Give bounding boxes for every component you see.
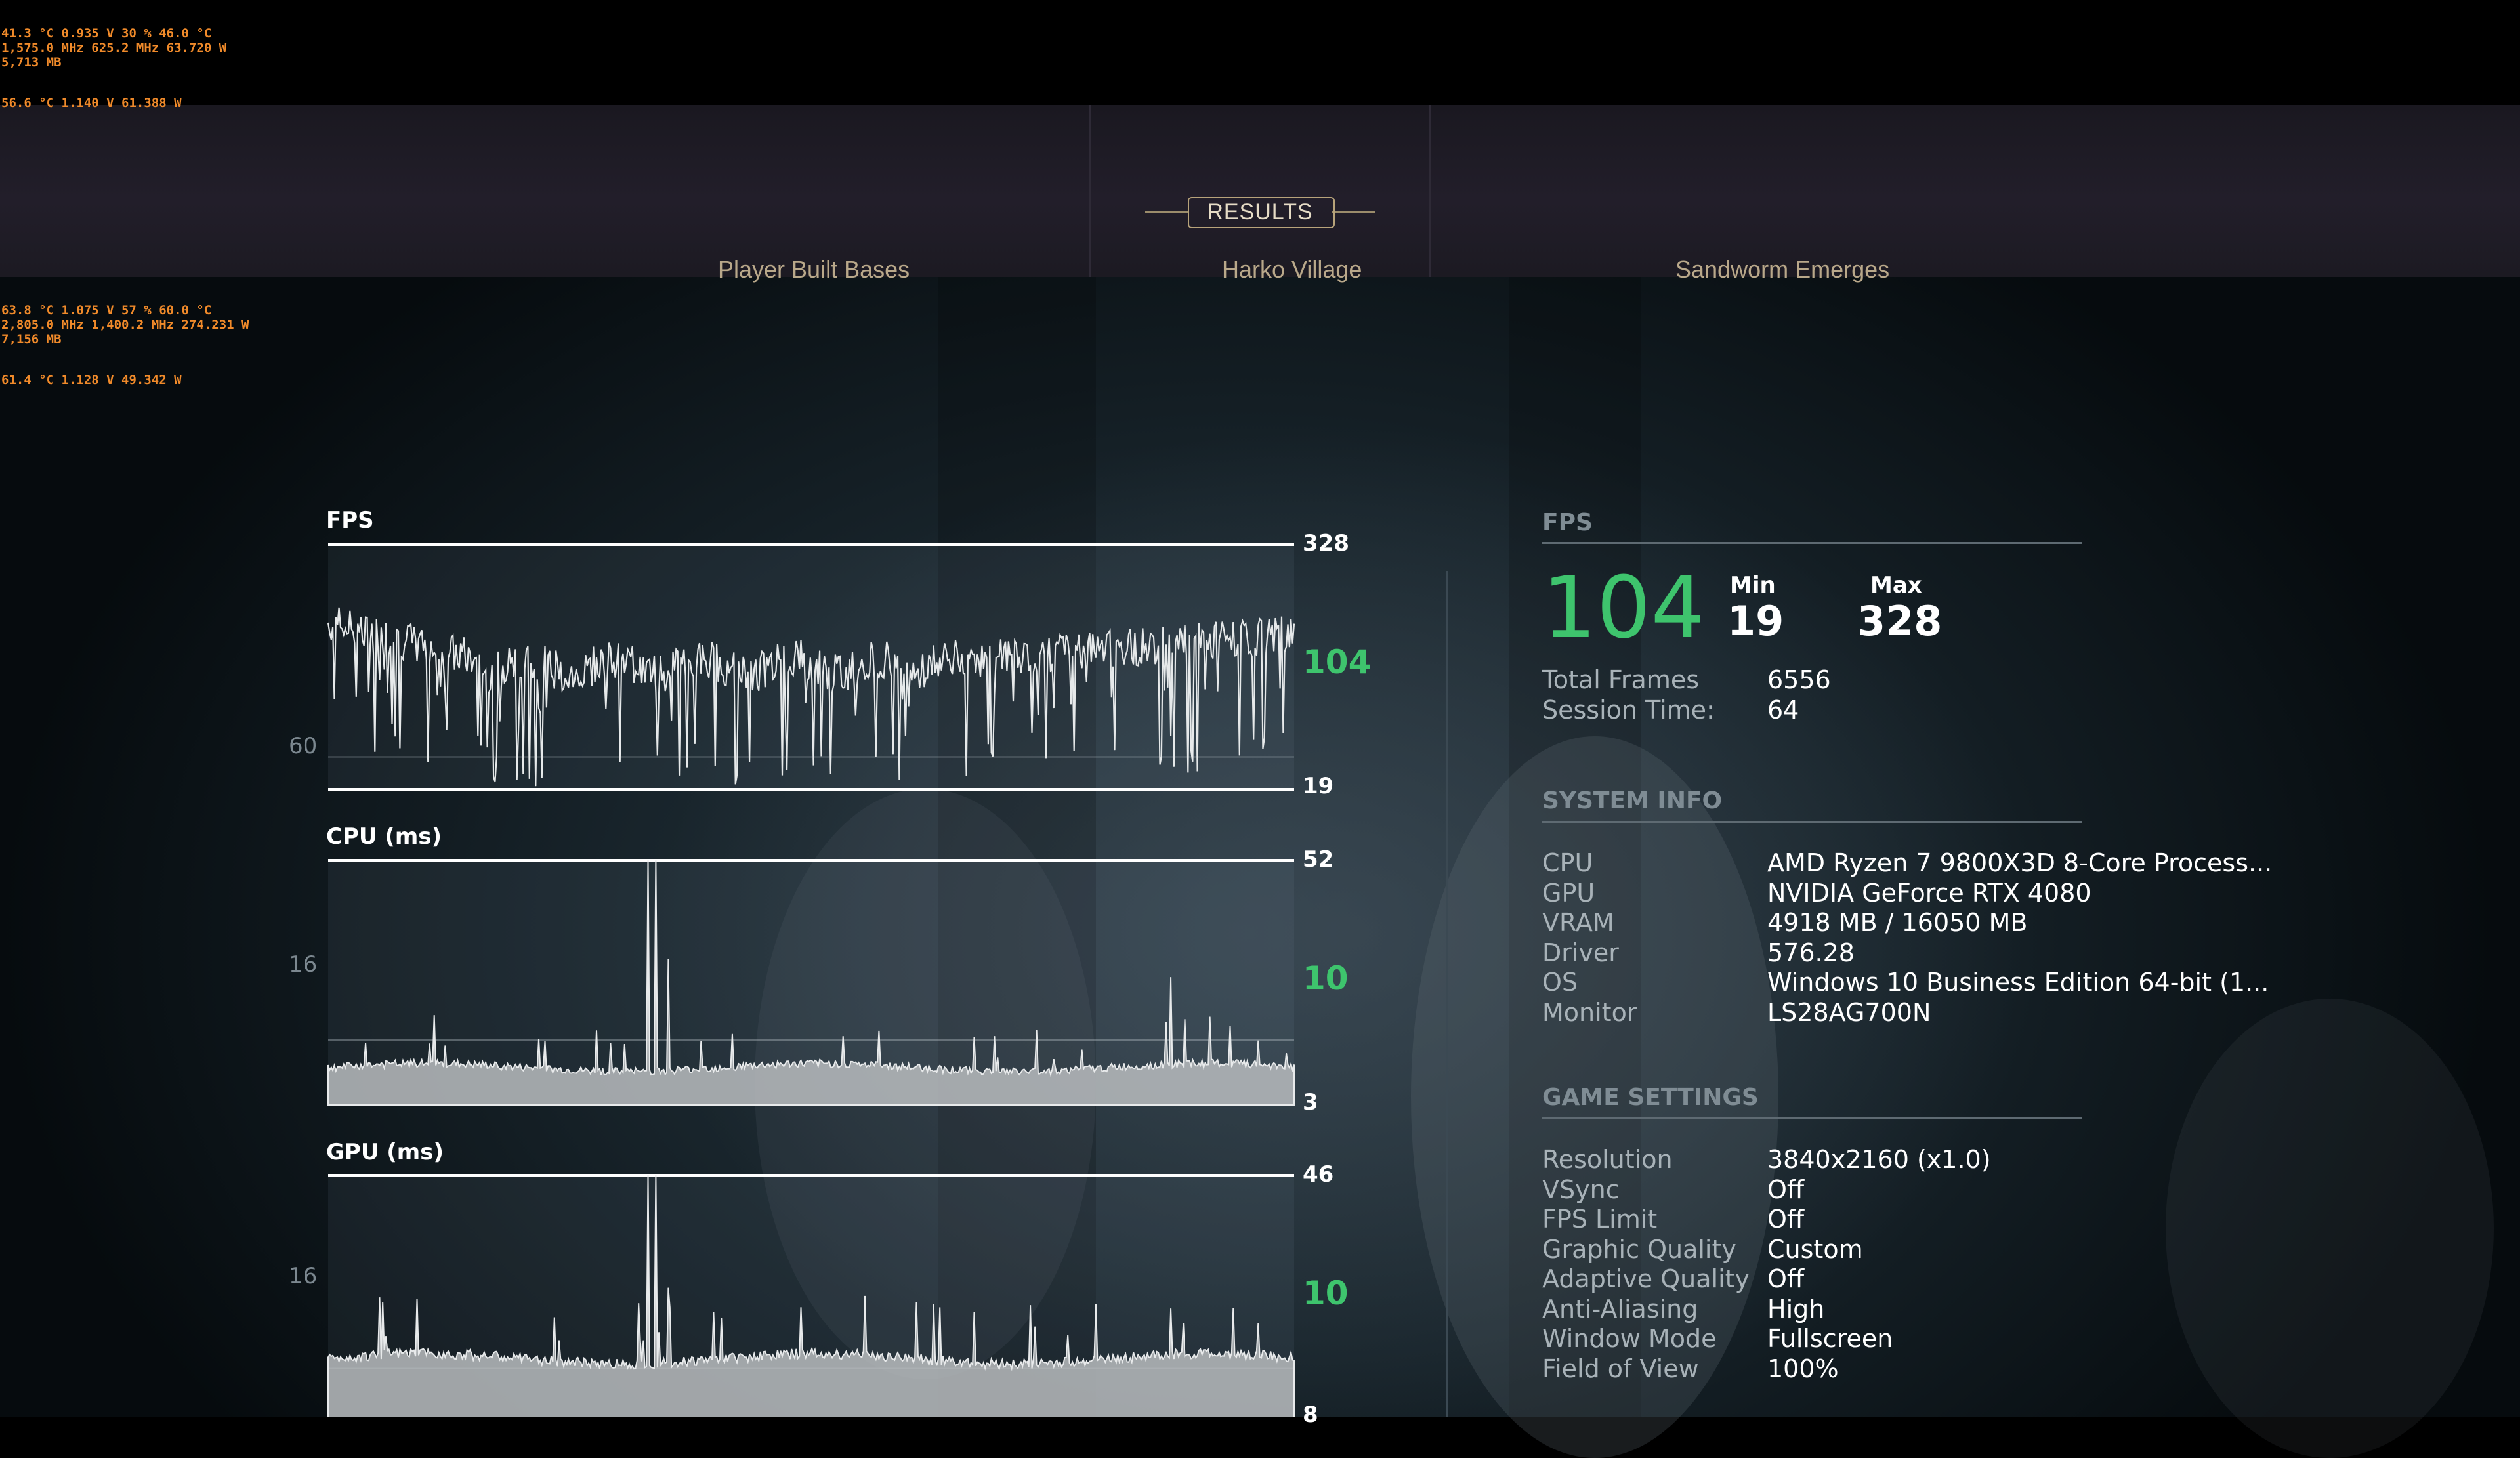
game-setting-label: FPS Limit bbox=[1542, 1205, 1658, 1234]
game-setting-value: Fullscreen bbox=[1767, 1324, 1893, 1353]
gpu-ref-tick: 16 bbox=[289, 1263, 318, 1289]
max-label: Max bbox=[1870, 572, 1922, 598]
system-info-label: Driver bbox=[1542, 938, 1619, 967]
gpu-graph-title: GPU (ms) bbox=[326, 1139, 444, 1165]
game-setting-value: 100% bbox=[1767, 1354, 1839, 1383]
game-settings-rule bbox=[1542, 1117, 2082, 1119]
game-setting-label: Graphic Quality bbox=[1542, 1234, 1736, 1264]
stat-value: 6556 bbox=[1767, 665, 1831, 694]
system-info-label: CPU bbox=[1542, 848, 1593, 877]
system-info-rule bbox=[1542, 821, 2082, 823]
gpu-avg-tick: 10 bbox=[1303, 1274, 1349, 1312]
system-info-value: Windows 10 Business Edition 64-bit (1... bbox=[1767, 968, 2269, 997]
system-info-label: OS bbox=[1542, 968, 1578, 997]
game-setting-value: Off bbox=[1767, 1175, 1805, 1204]
panel-divider bbox=[1446, 571, 1448, 1417]
system-info-value: LS28AG700N bbox=[1767, 997, 1931, 1027]
cpu-min-tick: 3 bbox=[1303, 1089, 1318, 1115]
cpu-ref-tick: 16 bbox=[289, 951, 318, 978]
game-setting-value: Off bbox=[1767, 1264, 1805, 1293]
performance-graphs bbox=[327, 543, 1295, 1417]
stat-label: Session Time: bbox=[1542, 696, 1715, 724]
game-setting-label: Resolution bbox=[1542, 1145, 1673, 1174]
stat-label: Total Frames bbox=[1542, 665, 1700, 694]
game-setting-value: Off bbox=[1767, 1205, 1805, 1234]
system-info-value: NVIDIA GeForce RTX 4080 bbox=[1767, 878, 2091, 907]
max-fps-value: 328 bbox=[1857, 597, 1942, 645]
min-label: Min bbox=[1730, 572, 1776, 598]
stat-value: 64 bbox=[1767, 696, 1799, 724]
min-fps-value: 19 bbox=[1727, 597, 1784, 645]
game-settings-header: GAME SETTINGS bbox=[1542, 1084, 1759, 1111]
system-info-label: VRAM bbox=[1542, 908, 1614, 937]
fps-avg-tick: 104 bbox=[1303, 643, 1372, 681]
game-setting-label: Adaptive Quality bbox=[1542, 1264, 1750, 1293]
cpu-avg-tick: 10 bbox=[1303, 959, 1349, 997]
cpu-graph bbox=[327, 859, 1295, 1106]
fps-min-tick: 19 bbox=[1303, 773, 1334, 799]
fps-graph bbox=[327, 543, 1295, 791]
fps-panel-rule bbox=[1542, 542, 2082, 544]
game-setting-label: Window Mode bbox=[1542, 1324, 1717, 1353]
game-setting-label: Anti-Aliasing bbox=[1542, 1294, 1698, 1323]
system-info-value: 576.28 bbox=[1767, 938, 1855, 967]
game-setting-label: Field of View bbox=[1542, 1354, 1699, 1383]
fps-graph-title: FPS bbox=[326, 507, 374, 533]
system-info-label: GPU bbox=[1542, 878, 1595, 907]
system-info-value: 4918 MB / 16050 MB bbox=[1767, 908, 2028, 937]
gpu-graph bbox=[327, 1174, 1295, 1417]
cpu-graph-title: CPU (ms) bbox=[326, 823, 442, 850]
system-info-label: Monitor bbox=[1542, 997, 1637, 1027]
fps-ref-tick: 60 bbox=[289, 733, 318, 759]
cpu-max-tick: 52 bbox=[1303, 846, 1334, 873]
gpu-min-tick: 8 bbox=[1303, 1402, 1318, 1428]
game-setting-label: VSync bbox=[1542, 1175, 1620, 1204]
fps-max-tick: 328 bbox=[1303, 530, 1349, 556]
gpu-max-tick: 46 bbox=[1303, 1161, 1334, 1188]
fps-panel-header: FPS bbox=[1542, 509, 1593, 536]
system-info-header: SYSTEM INFO bbox=[1542, 787, 1723, 814]
average-fps-value: 104 bbox=[1542, 558, 1706, 657]
game-setting-value: High bbox=[1767, 1294, 1825, 1323]
game-setting-value: 3840x2160 (x1.0) bbox=[1767, 1145, 1991, 1174]
game-setting-value: Custom bbox=[1767, 1234, 1863, 1264]
system-info-value: AMD Ryzen 7 9800X3D 8-Core Process... bbox=[1767, 848, 2273, 877]
